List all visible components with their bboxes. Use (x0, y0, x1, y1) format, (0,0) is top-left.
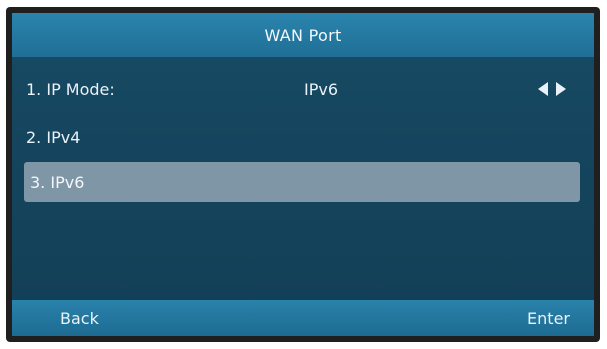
menu-item-ip-mode[interactable]: 1. IP Mode: IPv6 (12, 67, 594, 111)
enter-softkey[interactable]: Enter (527, 300, 570, 336)
phone-screen: WAN Port 1. IP Mode: IPv6 2. IPv4 3. IPv… (12, 13, 594, 336)
title-bar: WAN Port (12, 13, 594, 57)
ip-mode-value: IPv6 (304, 79, 339, 99)
softkey-bar: Back Enter (12, 300, 594, 336)
menu-item-label: 2. IPv4 (26, 127, 81, 147)
menu-item-label: 1. IP Mode: (26, 79, 115, 99)
menu-item-label: 3. IPv6 (30, 172, 85, 192)
triangle-left-icon[interactable] (538, 82, 548, 96)
page-title: WAN Port (264, 25, 342, 45)
value-switcher[interactable] (538, 82, 566, 96)
back-softkey[interactable]: Back (60, 300, 99, 336)
menu-item-ipv6-selected[interactable]: 3. IPv6 (24, 162, 580, 202)
triangle-right-icon[interactable] (556, 82, 566, 96)
menu-item-ipv4[interactable]: 2. IPv4 (12, 115, 594, 159)
phone-screen-bezel: WAN Port 1. IP Mode: IPv6 2. IPv4 3. IPv… (6, 7, 600, 342)
